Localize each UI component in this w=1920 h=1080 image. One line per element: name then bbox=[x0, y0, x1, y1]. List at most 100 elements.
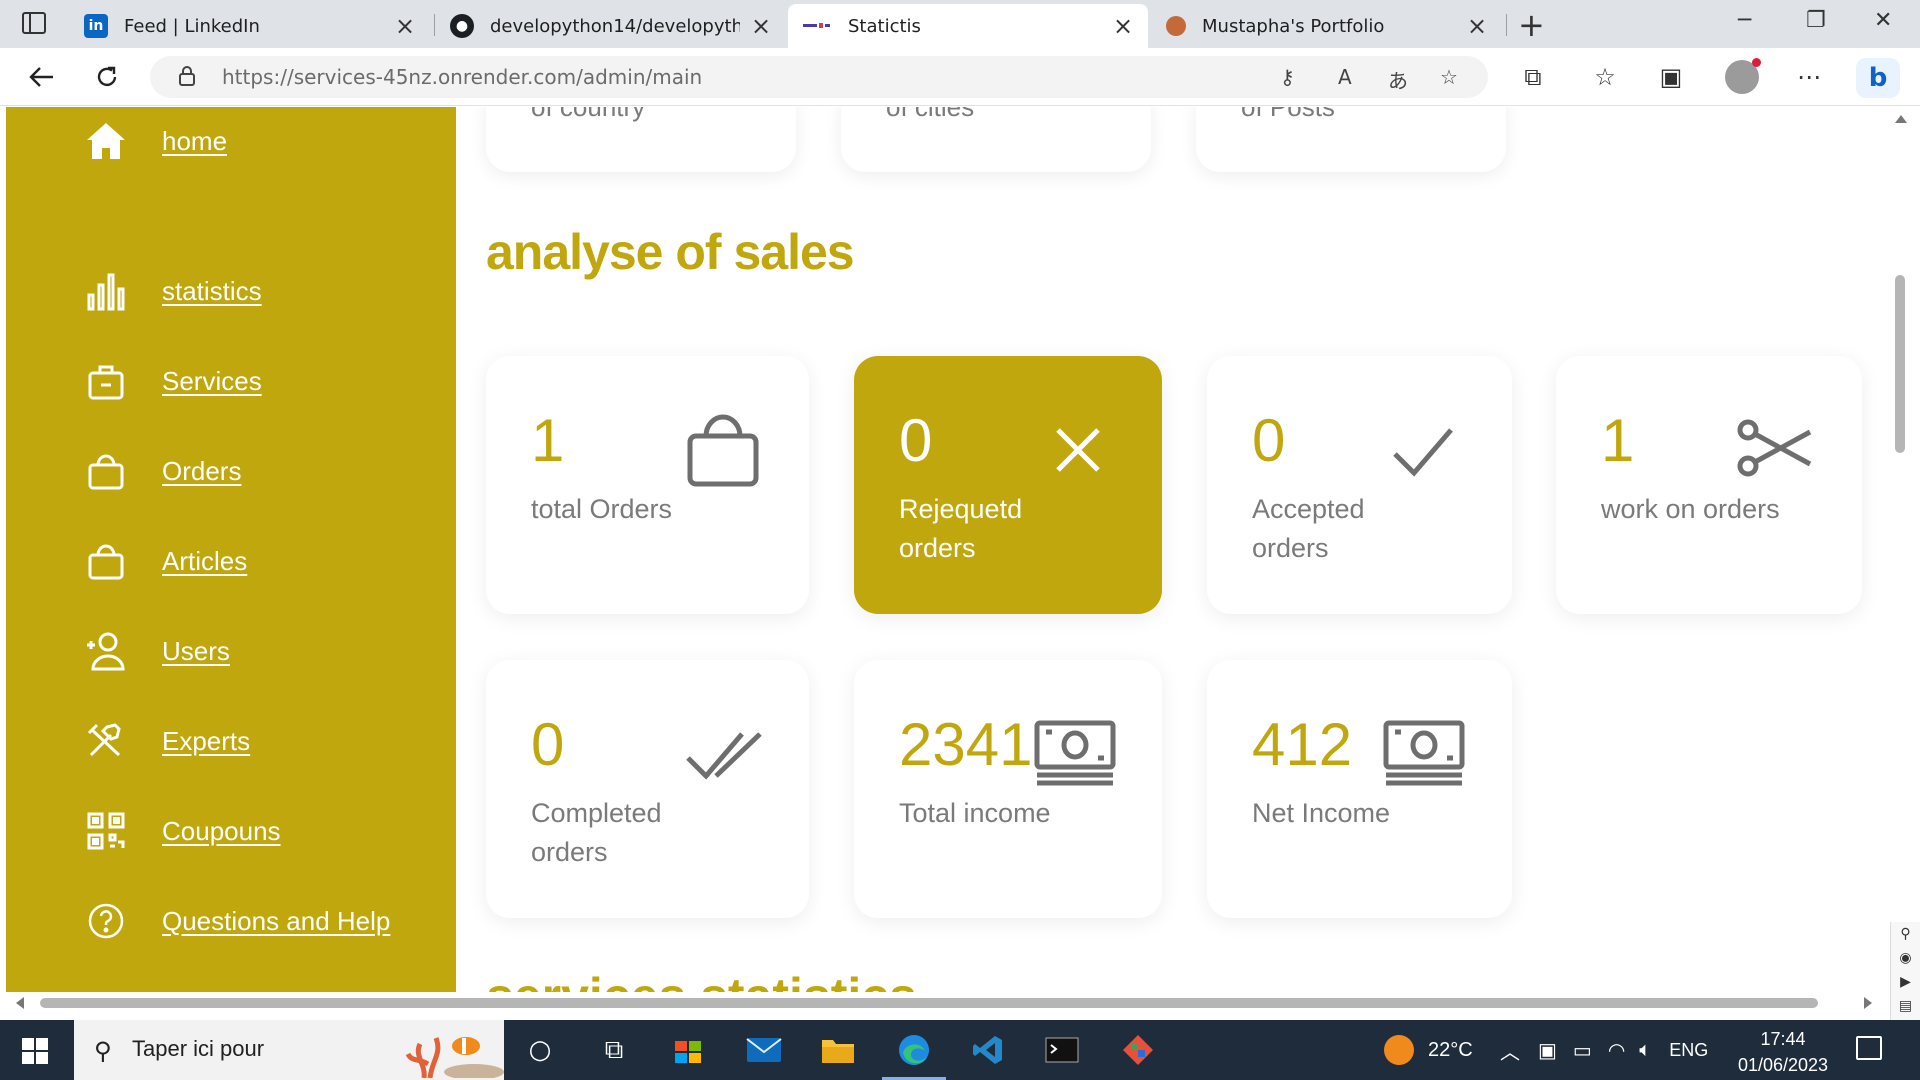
favorites-icon[interactable]: ☆ bbox=[1588, 60, 1622, 94]
battery-icon[interactable]: ▭ bbox=[1573, 1038, 1592, 1063]
scissors-icon bbox=[1737, 419, 1812, 477]
browser-tab-bar: in Feed | LinkedIn × ● developython14/de… bbox=[0, 0, 1920, 48]
sidebar-item-label: Experts bbox=[162, 725, 251, 756]
sidebar-item-experts[interactable]: Experts bbox=[78, 719, 250, 763]
sidebar-item-help[interactable]: Questions and Help bbox=[78, 899, 390, 943]
home-icon bbox=[78, 119, 134, 163]
cortana-icon[interactable]: ○ bbox=[518, 1030, 562, 1070]
clock-date: 01/06/2023 bbox=[1737, 1055, 1829, 1075]
scroll-right-arrow[interactable] bbox=[1864, 997, 1872, 1009]
file-explorer-icon[interactable] bbox=[816, 1030, 860, 1070]
weather-widget[interactable]: 22°C bbox=[1384, 1020, 1473, 1080]
next-section-title: services statistics bbox=[486, 967, 917, 992]
profile-avatar[interactable] bbox=[1725, 58, 1761, 94]
microsoft-store-icon[interactable] bbox=[666, 1030, 710, 1070]
new-tab-button[interactable]: + bbox=[1518, 6, 1545, 44]
vertical-scrollbar[interactable] bbox=[1888, 107, 1912, 992]
section-title: analyse of sales bbox=[486, 224, 855, 280]
git-gui-icon[interactable] bbox=[1116, 1030, 1160, 1070]
more-options-icon[interactable]: ⋯ bbox=[1792, 60, 1826, 94]
chevron-up-icon[interactable]: ︿ bbox=[1500, 1036, 1520, 1065]
completed-orders-card: 0 Completed orders bbox=[486, 660, 809, 918]
wifi-icon[interactable]: ◠ bbox=[1608, 1038, 1625, 1063]
translate-icon[interactable]: あ bbox=[1388, 65, 1408, 94]
country-count-card: of country bbox=[486, 107, 796, 172]
note-icon[interactable]: ▤ bbox=[1891, 994, 1920, 1018]
sidebar-item-home[interactable]: home bbox=[78, 119, 227, 163]
sidebar-item-label: Questions and Help bbox=[162, 905, 391, 936]
card-label: Rejequetd orders bbox=[899, 494, 1023, 563]
sidebar-item-orders[interactable]: Orders bbox=[78, 449, 241, 493]
link-icon[interactable]: ⚲ bbox=[1891, 922, 1920, 946]
posts-count-card: of Posts bbox=[1196, 107, 1506, 172]
minimize-button[interactable]: ─ bbox=[1738, 8, 1751, 33]
refresh-icon[interactable] bbox=[90, 60, 124, 94]
video-icon[interactable]: ▶ bbox=[1891, 970, 1920, 994]
weather-temperature: 22°C bbox=[1428, 1038, 1473, 1061]
read-aloud-icon[interactable]: A͏ bbox=[1338, 65, 1352, 89]
card-label: Accepted orders bbox=[1252, 494, 1365, 563]
rejected-orders-card: 0 Rejequetd orders bbox=[854, 356, 1162, 614]
close-window-button[interactable]: ✕ bbox=[1874, 8, 1892, 33]
tab-separator bbox=[434, 14, 435, 36]
camera-icon[interactable]: ◉ bbox=[1891, 946, 1920, 970]
scroll-thumb[interactable] bbox=[40, 998, 1818, 1008]
terminal-icon[interactable] bbox=[1040, 1030, 1084, 1070]
sidebar-item-users[interactable]: Users bbox=[78, 629, 230, 673]
close-icon[interactable]: × bbox=[394, 12, 416, 40]
volume-icon[interactable]: 🔈︎ bbox=[1639, 1039, 1651, 1062]
edge-browser-icon[interactable] bbox=[882, 1030, 946, 1080]
lock-icon[interactable] bbox=[178, 66, 196, 86]
back-arrow-icon[interactable] bbox=[24, 60, 58, 94]
shopping-bag-icon bbox=[78, 539, 134, 583]
url-path: /admin/main bbox=[576, 65, 703, 89]
tab-linkedin[interactable]: in Feed | LinkedIn × bbox=[70, 4, 430, 48]
total-orders-card: 1 total Orders bbox=[486, 356, 809, 614]
taskbar-search[interactable]: ⚲ Taper ici pour bbox=[74, 1020, 504, 1080]
sidebar-item-articles[interactable]: Articles bbox=[78, 539, 247, 583]
tab-statistics[interactable]: Statictis × bbox=[788, 4, 1148, 48]
address-bar[interactable]: https://services-45nz.onrender.com/admin… bbox=[150, 56, 1488, 98]
horizontal-scrollbar[interactable] bbox=[0, 992, 1888, 1014]
key-icon[interactable]: ⚷ bbox=[1280, 65, 1295, 89]
scroll-thumb[interactable] bbox=[1895, 275, 1905, 453]
card-label: of country bbox=[531, 107, 646, 122]
vscode-icon[interactable] bbox=[966, 1030, 1010, 1070]
side-tools-panel: ⚲ ◉ ▶ ▤ bbox=[1890, 922, 1920, 1022]
mail-icon[interactable] bbox=[742, 1030, 786, 1070]
close-icon bbox=[1056, 428, 1100, 472]
github-icon: ● bbox=[450, 14, 474, 38]
clock[interactable]: 17:44 01/06/2023 bbox=[1718, 1026, 1848, 1078]
bing-chat-icon[interactable]: b bbox=[1856, 58, 1900, 98]
tab-actions-icon[interactable] bbox=[22, 12, 46, 34]
url-host: https://services-45nz.onrender.com bbox=[222, 65, 577, 89]
browser-toolbar: https://services-45nz.onrender.com/admin… bbox=[0, 48, 1920, 106]
card-label: of cities bbox=[886, 107, 975, 122]
sidebar-item-services[interactable]: Services bbox=[78, 359, 262, 403]
task-view-icon[interactable]: ⧉ bbox=[592, 1030, 636, 1070]
sidebar-item-statistics[interactable]: statistics bbox=[78, 269, 262, 313]
tab-title: Feed | LinkedIn bbox=[124, 15, 260, 37]
tab-portfolio[interactable]: Mustapha's Portfolio × bbox=[1152, 4, 1502, 48]
scroll-left-arrow[interactable] bbox=[16, 997, 24, 1009]
start-button[interactable] bbox=[22, 1038, 48, 1064]
tab-github[interactable]: ● developython14/developython14 × bbox=[436, 4, 786, 48]
card-value: 412 bbox=[1252, 711, 1353, 778]
close-icon[interactable]: × bbox=[750, 12, 772, 40]
collections-icon[interactable]: ▣ bbox=[1654, 60, 1688, 94]
notification-center-icon[interactable] bbox=[1856, 1036, 1882, 1060]
money-icon bbox=[1034, 720, 1116, 786]
close-icon[interactable]: × bbox=[1112, 12, 1134, 40]
extensions-icon[interactable]: ⧉ bbox=[1516, 60, 1550, 94]
sidebar-item-label: Orders bbox=[162, 455, 242, 486]
restore-button[interactable]: ❐ bbox=[1806, 8, 1826, 33]
sun-icon bbox=[1384, 1035, 1414, 1065]
language-indicator[interactable]: ENG bbox=[1669, 1040, 1708, 1061]
favorite-add-icon[interactable]: ☆ bbox=[1440, 65, 1458, 89]
scroll-up-arrow[interactable] bbox=[1895, 115, 1907, 123]
user-add-icon bbox=[78, 629, 134, 673]
meet-now-icon[interactable]: ▣ bbox=[1538, 1038, 1557, 1063]
url-text[interactable]: https://services-45nz.onrender.com/admin… bbox=[222, 65, 702, 89]
sidebar-item-coupons[interactable]: Coupouns bbox=[78, 809, 281, 853]
close-icon[interactable]: × bbox=[1466, 12, 1488, 40]
